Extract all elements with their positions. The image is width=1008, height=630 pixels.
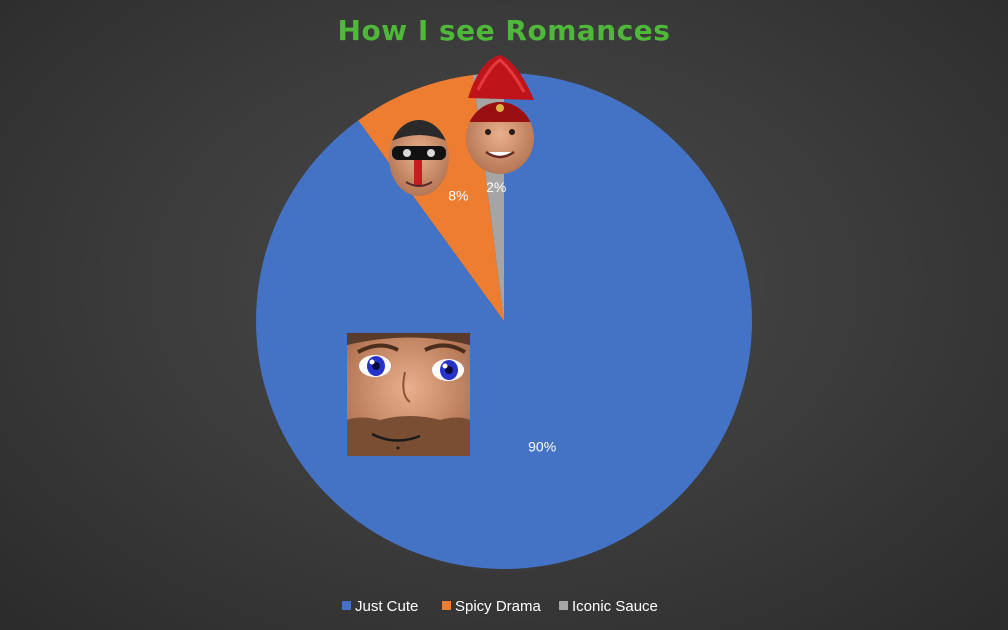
legend-label-iconic-sauce: Iconic Sauce — [572, 598, 658, 615]
chart-title: How I see Romances — [338, 14, 671, 47]
legend-item-just-cute: Just Cute — [342, 598, 418, 615]
legend-label-just-cute: Just Cute — [355, 598, 418, 615]
data-label-iconic-sauce: 2% — [486, 179, 506, 195]
legend-swatch-spicy-drama — [442, 601, 451, 610]
chart-legend: Just Cute Spicy Drama Iconic Sauce — [342, 598, 658, 615]
legend-swatch-iconic-sauce — [559, 601, 568, 610]
data-label-just-cute: 90% — [528, 439, 556, 455]
face-sticker-blue-eyes-icon — [347, 333, 470, 456]
face-sticker-feather-hat-icon — [466, 55, 534, 174]
legend-label-spicy-drama: Spicy Drama — [455, 598, 542, 615]
legend-item-iconic-sauce: Iconic Sauce — [559, 598, 658, 615]
face-sticker-face-paint-icon — [389, 120, 449, 196]
data-label-spicy-drama: 8% — [448, 188, 468, 204]
legend-swatch-just-cute — [342, 601, 351, 610]
legend-item-spicy-drama: Spicy Drama — [442, 598, 542, 615]
pie-chart: How I see Romances 90% 8% 2% Just Cute Spi… — [255, 14, 752, 615]
